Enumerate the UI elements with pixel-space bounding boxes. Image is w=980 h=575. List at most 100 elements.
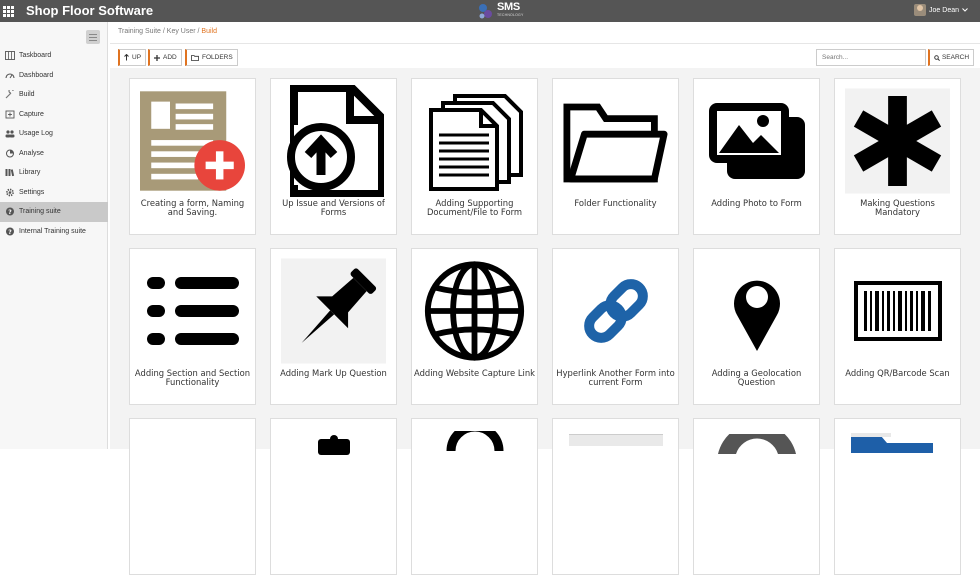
sidebar-item-internal-training-suite[interactable]: ? Internal Training suite	[0, 222, 108, 242]
breadcrumb-training-suite[interactable]: Training Suite	[118, 28, 161, 35]
sidebar: Taskboard Dashboard Build Capture Usage …	[0, 22, 108, 449]
logo-subtext: TECHNOLOGY	[497, 13, 524, 17]
dial-icon	[718, 434, 796, 454]
training-card-adding-photo[interactable]: Adding Photo to Form	[693, 78, 820, 235]
card-label: Hyperlink Another Form into current Form	[556, 368, 675, 387]
card-label: Adding Website Capture Link	[414, 368, 535, 378]
add-label: ADD	[163, 54, 177, 61]
training-card-section[interactable]: Adding Section and Section Functionality	[129, 248, 256, 405]
card-label: Creating a form, Naming and Saving.	[140, 198, 245, 217]
wrench-icon	[4, 90, 15, 99]
link-icon	[563, 255, 668, 367]
asterisk-icon	[845, 85, 950, 197]
folders-label: FOLDERS	[202, 54, 233, 61]
photos-icon	[704, 85, 809, 197]
up-label: UP	[132, 54, 142, 61]
company-logo: SMS TECHNOLOGY	[477, 1, 535, 21]
sidebar-item-usage-log[interactable]: Usage Log	[0, 124, 108, 144]
training-card-qr-barcode[interactable]: Adding QR/Barcode Scan	[834, 248, 961, 405]
card-label: Adding Section and Section Functionality	[134, 368, 251, 387]
breadcrumb-current: Build	[201, 28, 217, 35]
sidebar-item-dashboard[interactable]: Dashboard	[0, 66, 108, 86]
training-card-partial[interactable]	[693, 418, 820, 575]
logo-text: SMS	[497, 1, 520, 13]
apps-grid-icon[interactable]	[0, 0, 18, 22]
arrow-up-icon	[124, 54, 129, 61]
user-menu[interactable]: Joe Dean	[914, 4, 968, 16]
add-button[interactable]: ADD	[148, 49, 182, 66]
training-card-partial[interactable]	[129, 418, 256, 575]
training-card-mark-up[interactable]: Adding Mark Up Question	[270, 248, 397, 405]
sidebar-item-label: Taskboard	[19, 52, 52, 60]
card-label: Adding a Geolocation Question	[711, 368, 802, 387]
dashboard-icon	[4, 71, 15, 80]
breadcrumb-key-user[interactable]: Key User	[167, 28, 196, 35]
training-card-geolocation[interactable]: Adding a Geolocation Question	[693, 248, 820, 405]
training-card-partial[interactable]	[552, 418, 679, 575]
search-label: SEARCH	[941, 54, 970, 61]
training-card-up-issue[interactable]: Up Issue and Versions of Forms	[270, 78, 397, 235]
card-label: Adding Photo to Form	[711, 198, 802, 208]
top-bar: Shop Floor Software SMS TECHNOLOGY Joe D…	[0, 0, 980, 22]
training-card-hyperlink[interactable]: Hyperlink Another Form into current Form	[552, 248, 679, 405]
sidebar-collapse-button[interactable]	[86, 30, 100, 44]
users-icon	[4, 129, 15, 138]
folders-button[interactable]: FOLDERS	[185, 49, 238, 66]
sidebar-item-label: Dashboard	[19, 71, 54, 79]
sidebar-item-label: Library	[19, 169, 41, 177]
question-icon: ?	[4, 207, 15, 216]
question-icon: ?	[4, 227, 15, 236]
form-add-icon	[140, 85, 245, 197]
search-button[interactable]: SEARCH	[928, 49, 974, 66]
training-card-creating-form[interactable]: Creating a form, Naming and Saving.	[129, 78, 256, 235]
user-name: Joe Dean	[929, 6, 959, 14]
taskboard-icon	[4, 51, 15, 61]
sidebar-item-label: Internal Training suite	[19, 227, 86, 235]
training-card-supporting-document[interactable]: Adding Supporting Document/File to Form	[411, 78, 538, 235]
up-button[interactable]: UP	[118, 49, 147, 66]
sidebar-item-label: Analyse	[19, 149, 44, 157]
circle-icon	[446, 431, 504, 451]
logo-mark-icon	[479, 4, 492, 19]
globe-icon	[422, 255, 527, 367]
svg-text:?: ?	[8, 209, 12, 216]
training-card-partial[interactable]	[270, 418, 397, 575]
barcode-icon	[845, 255, 950, 367]
documents-icon	[422, 85, 527, 197]
sidebar-item-library[interactable]: Library	[0, 163, 108, 183]
sidebar-item-capture[interactable]: Capture	[0, 105, 108, 125]
training-card-partial[interactable]	[411, 418, 538, 575]
sidebar-item-label: Build	[19, 91, 35, 99]
search-input[interactable]	[816, 49, 926, 66]
sidebar-item-label: Capture	[19, 110, 44, 118]
sidebar-item-training-suite[interactable]: ? Training suite	[0, 202, 108, 222]
card-label: Folder Functionality	[574, 198, 657, 208]
sidebar-item-analyse[interactable]: Analyse	[0, 144, 108, 164]
sidebar-item-settings[interactable]: Settings	[0, 183, 108, 203]
sidebar-item-label: Settings	[19, 188, 45, 196]
map-pin-icon	[704, 255, 809, 367]
training-card-website-link[interactable]: Adding Website Capture Link	[411, 248, 538, 405]
card-label: Up Issue and Versions of Forms	[282, 198, 385, 217]
folder-icon	[191, 54, 199, 61]
partial-icon	[569, 434, 663, 446]
avatar	[914, 4, 927, 16]
library-icon	[4, 168, 15, 177]
file-upload-icon	[281, 85, 386, 197]
training-card-folder-functionality[interactable]: Folder Functionality	[552, 78, 679, 235]
training-card-partial[interactable]	[834, 418, 961, 575]
chevron-down-icon	[962, 8, 968, 12]
sidebar-item-taskboard[interactable]: Taskboard	[0, 46, 108, 66]
sidebar-item-build[interactable]: Build	[0, 85, 108, 105]
plus-icon	[154, 54, 160, 61]
search-icon	[934, 54, 940, 61]
breadcrumb: Training Suite / Key User / Build	[118, 28, 217, 35]
sidebar-item-label: Training suite	[19, 208, 61, 216]
content-area: Creating a form, Naming and Saving. Up I…	[110, 68, 980, 575]
svg-text:?: ?	[8, 229, 12, 236]
blue-folder-icon	[851, 433, 933, 453]
training-card-mandatory[interactable]: Making Questions Mandatory	[834, 78, 961, 235]
analyse-icon	[4, 149, 15, 158]
clipboard-icon	[318, 435, 350, 455]
list-icon	[140, 255, 245, 367]
